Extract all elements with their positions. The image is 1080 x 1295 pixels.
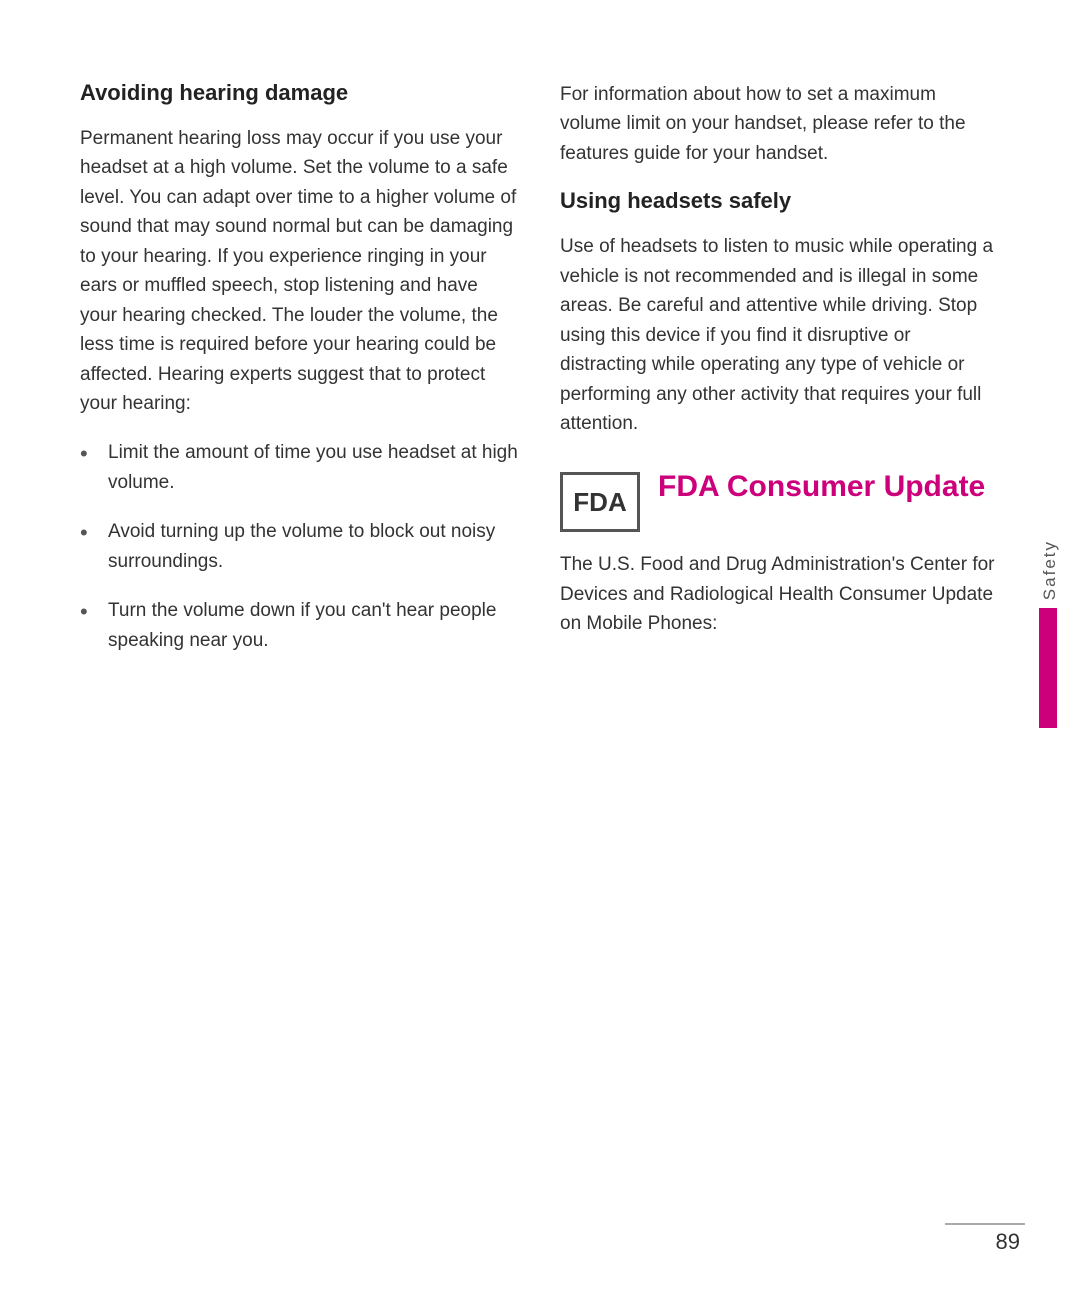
safety-label: Safety	[1036, 540, 1060, 600]
avoiding-body: Permanent hearing loss may occur if you …	[80, 124, 520, 418]
fda-title: FDA Consumer Update	[658, 468, 985, 506]
fda-body: The U.S. Food and Drug Administration's …	[560, 550, 1000, 638]
max-volume-text: For information about how to set a maxim…	[560, 80, 1000, 168]
safety-sidebar: Safety	[1036, 540, 1060, 728]
fda-logo: FDA	[560, 472, 640, 532]
right-column: For information about how to set a maxim…	[560, 80, 1000, 1235]
list-item: Avoid turning up the volume to block out…	[80, 517, 520, 576]
page-number: 89	[996, 1229, 1020, 1255]
safety-bar	[1039, 608, 1057, 728]
fda-logo-text: FDA	[573, 487, 626, 518]
page-content: Avoiding hearing damage Permanent hearin…	[0, 0, 1080, 1295]
avoiding-heading: Avoiding hearing damage	[80, 80, 520, 106]
bullet-list: Limit the amount of time you use headset…	[80, 438, 520, 655]
fda-box: FDA FDA Consumer Update	[560, 468, 1000, 532]
headset-body: Use of headsets to listen to music while…	[560, 232, 1000, 438]
list-item: Limit the amount of time you use headset…	[80, 438, 520, 497]
headsets-safely-heading: Using headsets safely	[560, 188, 1000, 214]
left-column: Avoiding hearing damage Permanent hearin…	[80, 80, 520, 1235]
list-item: Turn the volume down if you can't hear p…	[80, 596, 520, 655]
page-divider	[945, 1223, 1025, 1225]
